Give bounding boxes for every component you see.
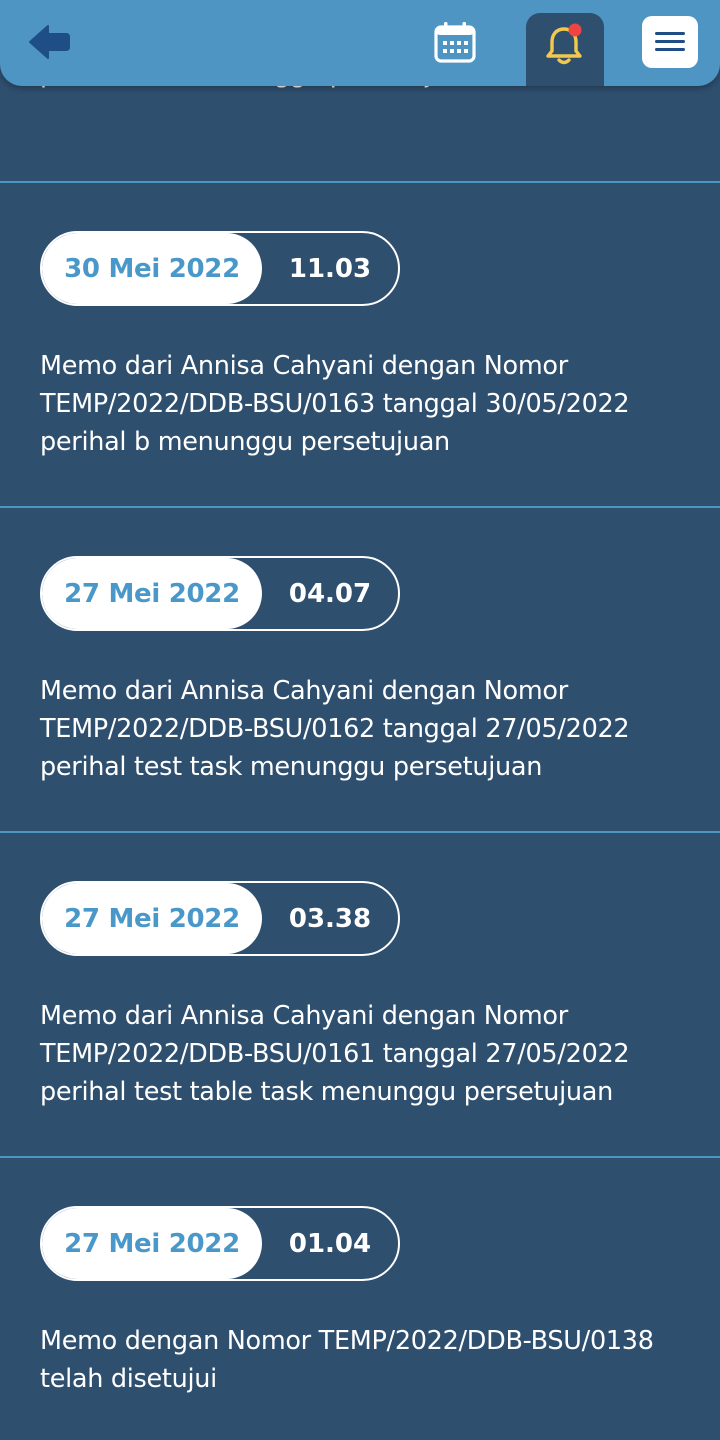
top-header	[0, 0, 720, 86]
back-button[interactable]	[26, 22, 74, 62]
notification-item[interactable]: 30 Mei 2022 11.03 Memo dari Annisa Cahya…	[0, 183, 720, 508]
notification-message: Memo dari Annisa Cahyani dengan Nomor TE…	[40, 351, 630, 457]
notifications-button[interactable]	[543, 23, 587, 69]
notification-time: 03.38	[288, 903, 372, 934]
notification-item[interactable]: 27 Mei 2022 04.07 Memo dari Annisa Cahya…	[0, 508, 720, 833]
notification-date: 30 Mei 2022	[42, 233, 262, 304]
menu-button[interactable]	[642, 16, 698, 68]
notification-message: Memo dari Annisa Cahyani dengan Nomor TE…	[40, 1001, 630, 1107]
notification-date: 27 Mei 2022	[42, 1208, 262, 1279]
notification-time: 01.04	[288, 1228, 372, 1259]
timestamp-pill: 27 Mei 2022 01.04	[40, 1206, 400, 1281]
back-arrow-icon	[29, 25, 70, 59]
notification-item[interactable]: 27 Mei 2022 01.04 Memo dengan Nomor TEMP…	[0, 1158, 720, 1440]
timestamp-pill: 30 Mei 2022 11.03	[40, 231, 400, 306]
notification-date: 27 Mei 2022	[42, 883, 262, 954]
bell-icon	[546, 23, 582, 65]
calendar-button[interactable]	[432, 20, 478, 66]
notification-time: 04.07	[288, 578, 372, 609]
notification-date: 27 Mei 2022	[42, 558, 262, 629]
notifications-tab[interactable]	[526, 13, 604, 86]
calendar-icon	[434, 22, 476, 63]
notification-message: Memo dengan Nomor TEMP/2022/DDB-BSU/0138…	[40, 1326, 654, 1394]
timestamp-pill: 27 Mei 2022 03.38	[40, 881, 400, 956]
notification-message: Memo dari Annisa Cahyani dengan Nomor TE…	[40, 676, 630, 782]
notifications-screen: perihal abc menunggu persetujuan 30 Mei …	[0, 0, 720, 1440]
notification-time: 11.03	[288, 253, 372, 284]
notification-item[interactable]: 27 Mei 2022 03.38 Memo dari Annisa Cahya…	[0, 833, 720, 1158]
timestamp-pill: 27 Mei 2022 04.07	[40, 556, 400, 631]
unread-badge	[568, 23, 582, 37]
